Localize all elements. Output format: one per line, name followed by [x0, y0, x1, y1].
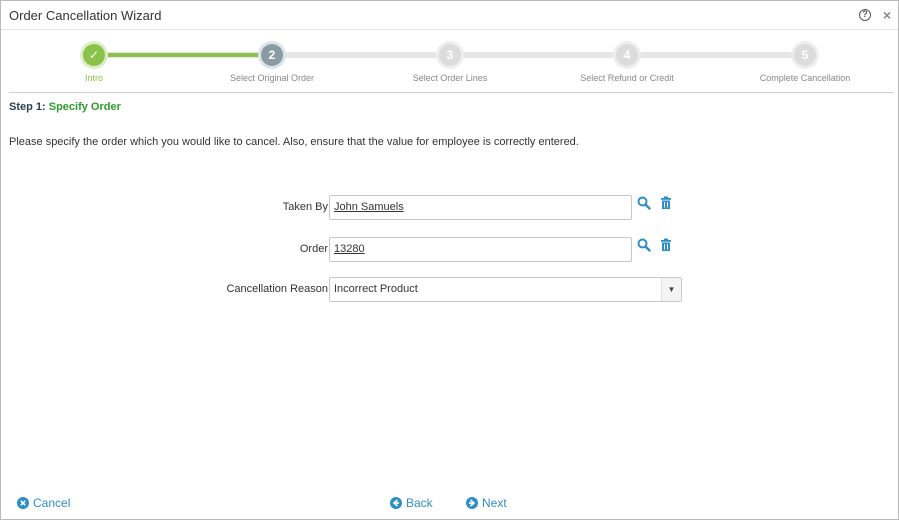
search-icon[interactable]: [637, 238, 651, 252]
back-button[interactable]: Back: [390, 496, 433, 510]
step-intro: ✓ Intro: [14, 31, 174, 83]
window-title: Order Cancellation Wizard: [9, 8, 162, 23]
cancellation-reason-value: Incorrect Product: [334, 283, 418, 295]
step-select-order-lines: 3 Select Order Lines: [370, 31, 530, 83]
divider: [9, 92, 894, 93]
cancellation-reason-row: Cancellation Reason Incorrect Product ▼: [1, 277, 899, 302]
taken-by-row: Taken By John Samuels: [1, 195, 899, 220]
dropdown-arrow-icon[interactable]: ▼: [661, 278, 681, 301]
step-label: Select Order Lines: [412, 73, 488, 83]
back-label: Back: [406, 496, 433, 510]
arrow-left-circle-icon: [390, 497, 402, 509]
next-button[interactable]: Next: [466, 496, 507, 510]
step-select-original-order: 2 Select Original Order: [192, 31, 352, 83]
search-icon[interactable]: [637, 196, 651, 210]
cancellation-reason-select[interactable]: Incorrect Product ▼: [329, 277, 682, 302]
cancel-label: Cancel: [33, 496, 71, 510]
step-heading-prefix: Step 1:: [9, 101, 49, 113]
step-select-refund-or-credit: 4 Select Refund or Credit: [547, 31, 707, 83]
next-label: Next: [482, 496, 507, 510]
wizard-window: Order Cancellation Wizard ? × ✓ Intro 2 …: [0, 0, 899, 520]
arrow-right-circle-icon: [466, 497, 478, 509]
cancel-button[interactable]: Cancel: [17, 496, 70, 510]
order-row: Order 13280: [1, 237, 899, 262]
taken-by-value[interactable]: John Samuels: [334, 201, 404, 213]
title-bar: Order Cancellation Wizard ? ×: [1, 1, 898, 30]
step-number: 3: [439, 44, 461, 66]
step-check-icon: ✓: [83, 44, 105, 66]
step-number: 2: [261, 44, 283, 66]
wizard-stepper: ✓ Intro 2 Select Original Order 3 Select…: [1, 31, 898, 91]
step-number: 4: [616, 44, 638, 66]
close-icon[interactable]: ×: [883, 7, 891, 23]
taken-by-field[interactable]: John Samuels: [329, 195, 632, 220]
order-field[interactable]: 13280: [329, 237, 632, 262]
taken-by-label: Taken By: [282, 201, 328, 213]
instructions-text: Please specify the order which you would…: [9, 136, 579, 148]
step-heading: Step 1: Specify Order: [9, 101, 121, 113]
step-label: Intro: [84, 73, 103, 83]
help-icon[interactable]: ?: [859, 9, 871, 21]
cancellation-reason-label: Cancellation Reason: [226, 283, 328, 295]
trash-icon[interactable]: [659, 238, 673, 252]
order-value[interactable]: 13280: [334, 243, 365, 255]
step-complete-cancellation: 5 Complete Cancellation: [725, 31, 885, 83]
step-heading-title: Specify Order: [48, 101, 121, 113]
cancel-circle-icon: [17, 497, 29, 509]
step-label: Complete Cancellation: [759, 73, 851, 83]
order-label: Order: [299, 243, 328, 255]
trash-icon[interactable]: [659, 196, 673, 210]
step-label: Select Original Order: [229, 73, 315, 83]
step-number: 5: [794, 44, 816, 66]
step-label: Select Refund or Credit: [580, 73, 674, 83]
